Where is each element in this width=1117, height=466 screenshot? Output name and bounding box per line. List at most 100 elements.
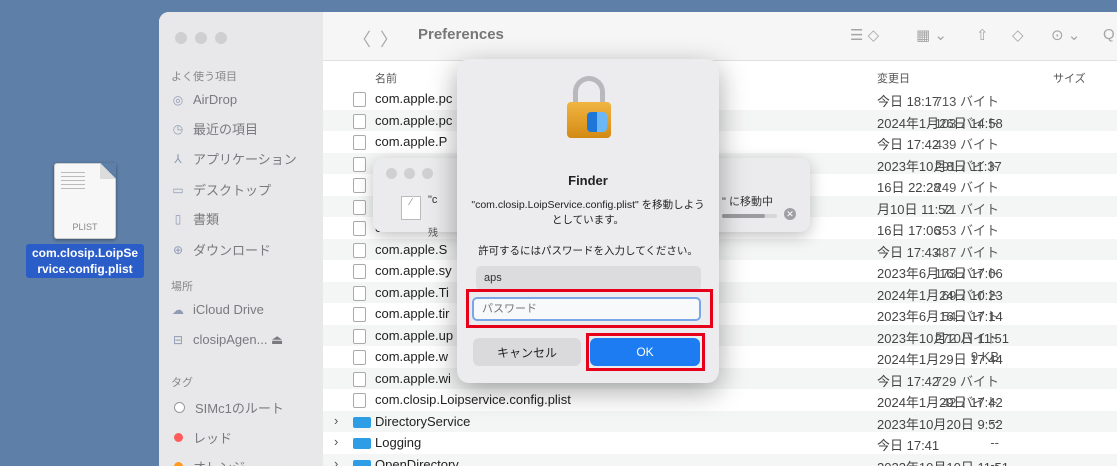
sidebar-favorites-header: よく使う項目 [171,71,237,83]
file-row[interactable]: com.apple.wi今日 17:42729 バイトプロパティリスト [323,367,1117,389]
document-icon [353,350,366,365]
document-icon [353,113,366,129]
file-icon: ⁄ [401,196,421,220]
disk-icon: ⊟ [172,333,184,347]
airdrop-icon: ◎ [172,92,184,107]
sidebar-tag-red[interactable]: レッド [169,428,232,447]
folder-icon [353,416,371,428]
file-row[interactable]: com.apple.pc今日 18:17713 バイトプロパティリスト [323,88,1117,110]
sidebar-tag-simc1[interactable]: SIMc1のルート [169,398,284,417]
toolbar: 〈 〉 Preferences ☰ ◇ ▦ ⌄ ⇧ ◇ ⊙ ⌄ Q [323,12,1117,61]
forward-button[interactable]: 〉 [380,26,398,52]
share-icon[interactable]: ⇧ [976,26,989,44]
file-row[interactable]: com.apple.tir2023年6月16日 17:1454 バイトプロパティ… [323,303,1117,325]
folder-row[interactable]: ›Logging今日 17:41--フォルダ [323,432,1117,454]
zoom-window-button[interactable] [215,32,227,44]
sidebar-item-downloads[interactable]: ⊕ ダウンロード [169,240,271,259]
sidebar-item-airdrop[interactable]: ◎ AirDrop [169,92,237,107]
document-icon [353,285,366,301]
progress-file-name: "c [428,194,438,206]
document-icon [353,221,366,236]
auth-dialog: Finder "com.closip.LoipService.config.pl… [457,59,719,383]
chevron-right-icon[interactable]: › [334,456,338,466]
username-field[interactable]: aps [476,266,701,290]
finder-icon [587,112,607,132]
cancel-button[interactable]: キャンセル [473,338,581,366]
close-window-button[interactable] [386,168,397,179]
column-size[interactable]: サイズ [1053,70,1086,86]
tag-icon[interactable]: ◇ [1012,26,1024,44]
plist-file-icon: PLIST [54,163,116,239]
document-icon [353,92,366,107]
document-icon: ▯ [174,211,182,226]
dialog-message: "com.closip.LoipService.config.plist" を移… [471,199,705,226]
chevron-right-icon[interactable]: › [334,413,338,428]
minimize-window-button[interactable] [404,168,415,179]
sidebar-item-closip-agent[interactable]: ⊟ closipAgen... ⏏ [169,332,283,348]
lock-icon [567,76,611,138]
column-name[interactable]: 名前 [375,70,397,86]
group-icon[interactable]: ▦ ⌄ [916,26,947,44]
document-icon [353,199,366,215]
folder-icon [353,459,371,466]
document-icon [353,307,366,322]
back-button[interactable]: 〈 [353,26,371,52]
column-header: 名前 変更日 サイズ 種類 [323,66,1117,88]
file-row[interactable]: com.apple.up2023年10月10日 11:51272 バイトプロパテ… [323,324,1117,346]
sidebar-item-icloud[interactable]: ☁ iCloud Drive [169,302,264,317]
file-row[interactable]: com.apple.pc2024年1月26日 14:58103 バイトプロパティ… [323,109,1117,131]
window-controls [175,32,227,44]
sidebar-item-recents[interactable]: ◷ 最近の項目 [169,119,258,138]
window-title: Preferences [418,26,504,43]
cloud-icon: ☁ [172,302,184,317]
progress-bar [722,214,777,218]
dialog-app-name: Finder [568,173,608,188]
document-icon [353,156,366,172]
download-icon: ⊕ [172,242,184,257]
applications-icon: ⅄ [174,151,182,166]
file-row[interactable]: com.apple.Ti2024年1月24日 10:2369 バイトプロパティリ… [323,281,1117,303]
document-icon [353,178,366,193]
progress-fill [722,214,765,218]
sidebar-item-desktop[interactable]: ▭ デスクトップ [169,180,271,199]
document-icon [353,393,366,408]
file-row[interactable]: com.closip.Loipservice.config.plist 2024年… [323,389,1117,411]
dialog-hint: 許可するにはパスワードを入力してください。 [478,245,698,257]
more-icon[interactable]: ⊙ ⌄ [1051,26,1080,44]
ok-button[interactable]: OK [590,338,700,366]
zoom-window-button[interactable] [422,168,433,179]
stop-icon[interactable]: ✕ [784,208,796,220]
window-controls [386,168,433,179]
document-icon [353,135,366,150]
moving-label: " に移動中 [722,196,773,208]
close-window-button[interactable] [175,32,187,44]
document-icon [353,242,366,258]
file-row[interactable]: com.apple.P今日 17:42439 バイトプロパティリスト [323,131,1117,153]
file-row[interactable]: com.apple.sy2023年6月16日 17:06173 バイトプロパティ… [323,260,1117,282]
column-date[interactable]: 変更日 [877,70,910,86]
sidebar-item-applications[interactable]: ⅄ アプリケーション [169,149,296,168]
progress-remaining: 残 [428,228,438,239]
password-field[interactable] [472,297,701,321]
clock-icon: ◷ [172,121,184,136]
file-row[interactable]: com.apple.S今日 17:43487 バイトプロパティリスト [323,238,1117,260]
tag-dot-icon [174,433,183,442]
sidebar-locations-header: 場所 [171,281,193,293]
chevron-right-icon[interactable]: › [334,434,338,449]
desktop-file-plist[interactable]: PLIST com.closip.LoipService.config.plis… [20,163,150,278]
sidebar-tag-orange[interactable]: オレンジ [169,457,245,466]
list-view-icon[interactable]: ☰ ◇ [850,26,879,44]
document-icon [353,371,366,387]
search-icon[interactable]: Q [1103,26,1115,43]
tag-dot-icon [174,402,185,413]
folder-row[interactable]: ›DirectoryService2023年10月20日 9:52--フォルダ [323,410,1117,432]
sidebar-tags-header: タグ [171,377,193,389]
desktop-file-name: com.closip.LoipService.config.plist [26,244,144,278]
tag-dot-icon [174,462,183,466]
folder-row[interactable]: ›OpenDirectory2023年10月10日 11:51--フォルダ [323,453,1117,466]
desktop-icon: ▭ [172,182,184,197]
sidebar: よく使う項目 ◎ AirDrop ◷ 最近の項目 ⅄ アプリケーション ▭ デスクトップ… [159,12,323,466]
sidebar-item-documents[interactable]: ▯ 書類 [169,209,219,228]
file-row[interactable]: com.apple.w2024年1月29日 17:449 KBプロパティリスト [323,346,1117,368]
minimize-window-button[interactable] [195,32,207,44]
